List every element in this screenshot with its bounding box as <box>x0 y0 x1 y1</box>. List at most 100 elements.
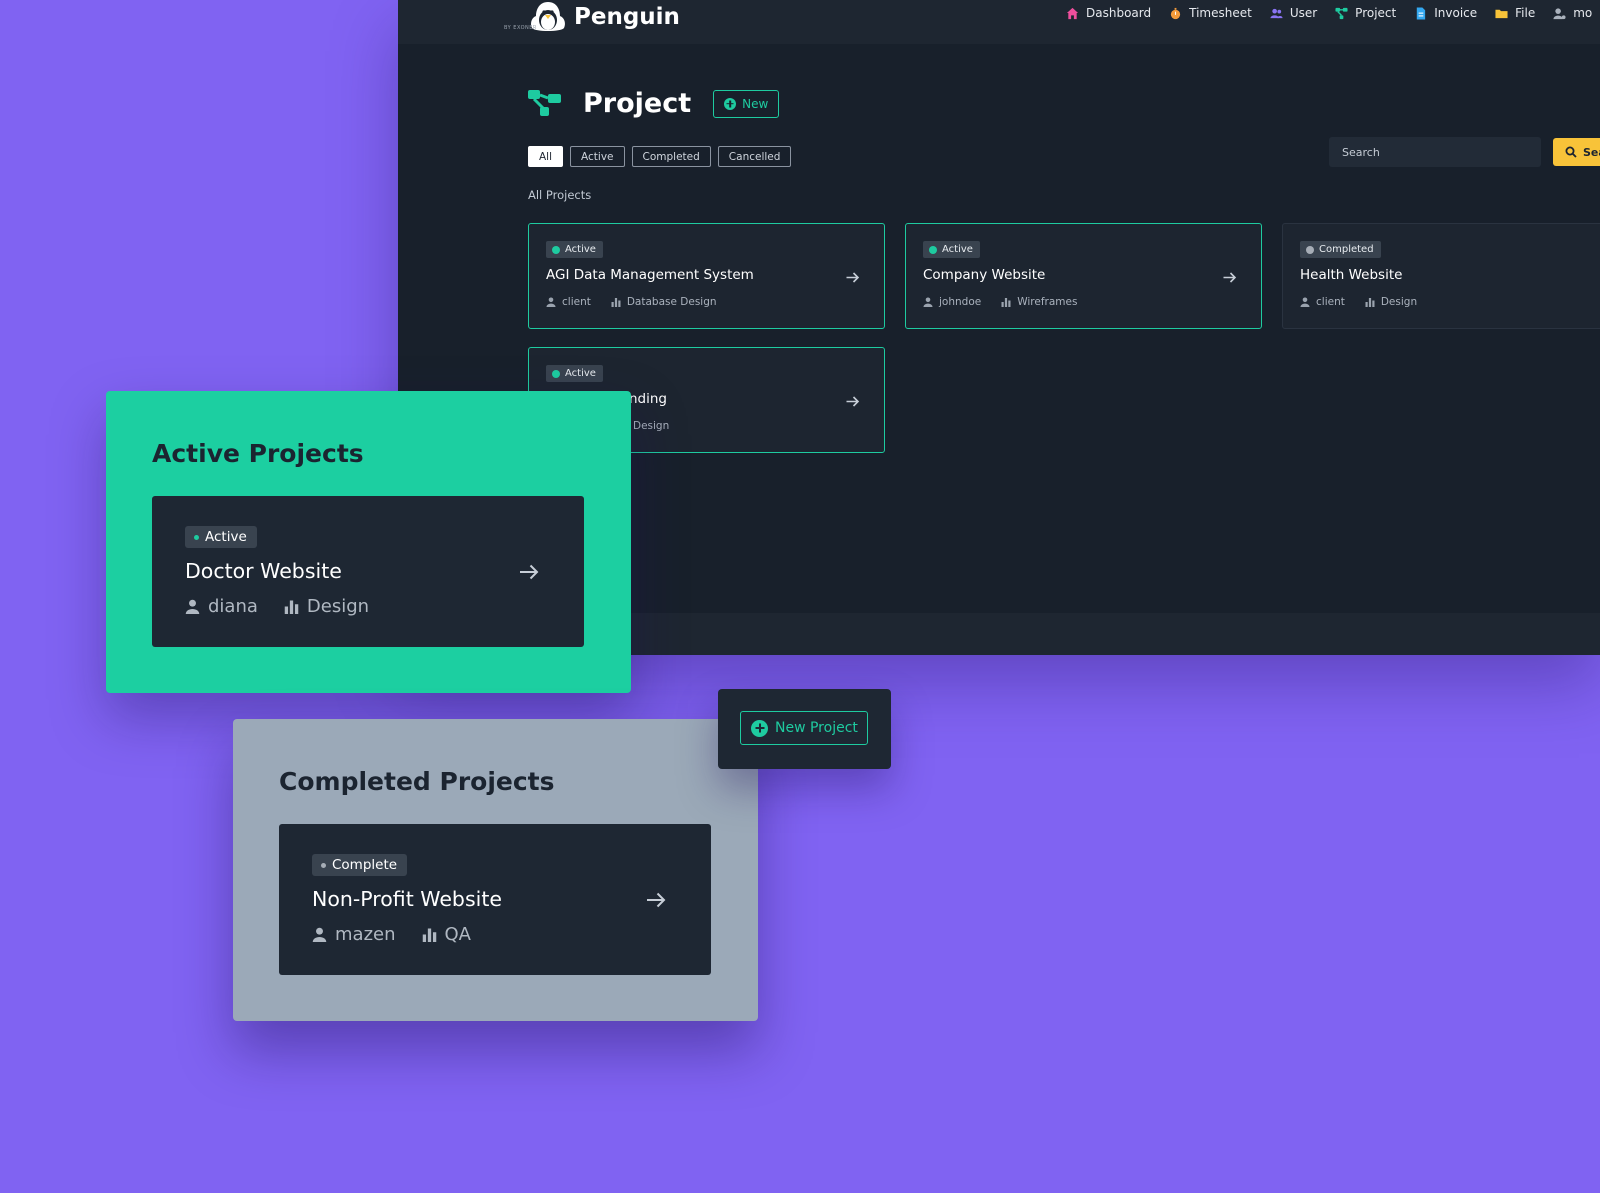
plus-circle-icon <box>751 719 768 737</box>
new-project-label: New Project <box>775 720 858 736</box>
project-task: Design <box>633 420 670 432</box>
user-settings-icon <box>1553 7 1566 19</box>
nav-item-invoice[interactable]: Invoice <box>1414 6 1477 20</box>
new-button-label: New <box>742 96 769 111</box>
status-label: Complete <box>332 857 398 873</box>
project-meta: client Database Design <box>546 296 717 308</box>
status-dot <box>552 369 560 378</box>
arrow-right-icon[interactable] <box>1222 270 1237 285</box>
user-icon <box>546 297 556 307</box>
status-dot <box>929 245 937 254</box>
project-icon <box>1335 7 1348 19</box>
nav-item-timesheet[interactable]: Timesheet <box>1169 6 1252 20</box>
project-title: nding <box>629 391 668 407</box>
bar-chart-icon <box>284 600 299 614</box>
search-icon <box>1565 146 1577 158</box>
search-button[interactable]: Sea <box>1553 138 1600 166</box>
page-header: Project New <box>528 88 780 119</box>
nav-item-dashboard[interactable]: Dashboard <box>1066 6 1151 20</box>
project-task: Design <box>1380 296 1418 308</box>
nav-label: Dashboard <box>1086 6 1152 20</box>
status-dot <box>194 534 199 540</box>
status-badge: Active <box>923 241 980 258</box>
panel-title: Completed Projects <box>279 767 555 796</box>
user-icon <box>923 297 933 307</box>
project-user: client <box>1316 296 1345 308</box>
page-title: Project <box>583 88 692 119</box>
project-title: Non-Profit Website <box>312 887 502 911</box>
project-title: Health Website <box>1300 267 1403 283</box>
status-label: Completed <box>1319 244 1374 255</box>
project-card[interactable]: Active AGI Data Management System client… <box>528 223 885 329</box>
arrow-right-icon[interactable] <box>845 270 860 285</box>
search-button-label: Sea <box>1583 145 1600 159</box>
project-user: client <box>562 296 591 308</box>
users-icon <box>1270 8 1283 18</box>
project-icon <box>528 90 561 116</box>
user-icon <box>1300 297 1310 307</box>
project-user: diana <box>208 596 258 617</box>
project-card[interactable]: Completed Health Website client Design <box>1282 223 1600 329</box>
nav-label: Timesheet <box>1189 6 1252 20</box>
filter-all[interactable]: All <box>528 146 564 167</box>
project-task: Database Design <box>626 296 717 308</box>
project-meta: diana Design <box>185 596 369 617</box>
project-title: Doctor Website <box>185 559 342 583</box>
brand-name: Penguin <box>574 3 680 30</box>
project-meta: client Design <box>1300 296 1417 308</box>
project-user: johndoe <box>939 296 982 308</box>
new-project-button[interactable]: New <box>713 89 780 118</box>
arrow-right-icon[interactable] <box>845 394 860 409</box>
project-task: Wireframes <box>1017 296 1078 308</box>
project-card[interactable]: Complete Non-Profit Website mazen QA <box>279 824 711 975</box>
main-nav: Dashboard Timesheet User Project Invoice… <box>1066 6 1600 20</box>
new-project-panel: New Project <box>718 689 891 769</box>
filter-cancelled[interactable]: Cancelled <box>717 146 792 167</box>
search-input[interactable]: Search <box>1329 137 1541 167</box>
status-label: Active <box>205 529 247 545</box>
top-navbar: Penguin BY EXONER Dashboard Timesheet Us… <box>398 0 1600 44</box>
user-icon <box>312 927 327 942</box>
nav-item-user[interactable]: User <box>1270 6 1317 20</box>
status-label: Active <box>565 244 596 255</box>
status-label: Active <box>565 368 596 379</box>
project-title: AGI Data Management System <box>546 267 754 283</box>
status-badge: Completed <box>1300 241 1381 258</box>
nav-label: Invoice <box>1434 6 1478 20</box>
status-dot <box>321 862 326 868</box>
project-title: Company Website <box>923 267 1046 283</box>
nav-label: mo <box>1573 6 1593 20</box>
home-icon <box>1066 7 1079 19</box>
filter-active[interactable]: Active <box>570 146 625 167</box>
status-dot <box>1306 245 1314 254</box>
nav-label: User <box>1289 6 1318 20</box>
completed-projects-panel: Completed Projects Complete Non-Profit W… <box>233 719 758 1021</box>
nav-item-project[interactable]: Project <box>1335 6 1396 20</box>
project-task: Design <box>306 596 370 617</box>
user-icon <box>185 599 200 614</box>
project-card[interactable]: Active Company Website johndoe Wireframe… <box>905 223 1262 329</box>
brand-subtitle: BY EXONER <box>504 25 537 31</box>
nav-item-file[interactable]: File <box>1495 6 1535 20</box>
arrow-right-icon[interactable] <box>645 889 667 911</box>
folder-icon <box>1495 9 1508 18</box>
bar-chart-icon <box>1365 298 1375 307</box>
plus-circle-icon <box>724 97 737 110</box>
project-meta: Design <box>633 420 669 432</box>
stopwatch-icon <box>1170 7 1181 19</box>
project-meta: johndoe Wireframes <box>923 296 1077 308</box>
filter-completed[interactable]: Completed <box>631 146 711 167</box>
nav-label: File <box>1515 6 1536 20</box>
project-card[interactable]: Active Doctor Website diana Design <box>152 496 584 647</box>
status-badge: Active <box>185 526 257 548</box>
active-projects-panel: Active Projects Active Doctor Website di… <box>106 391 631 693</box>
panel-title: Active Projects <box>152 439 364 468</box>
project-user: mazen <box>335 924 396 945</box>
arrow-right-icon[interactable] <box>518 561 540 583</box>
status-label: Active <box>942 244 973 255</box>
logo[interactable]: Penguin <box>528 0 680 34</box>
nav-item-account[interactable]: mo <box>1553 6 1592 20</box>
bar-chart-icon <box>611 298 621 307</box>
new-project-button[interactable]: New Project <box>740 711 868 745</box>
bar-chart-icon <box>1001 298 1011 307</box>
